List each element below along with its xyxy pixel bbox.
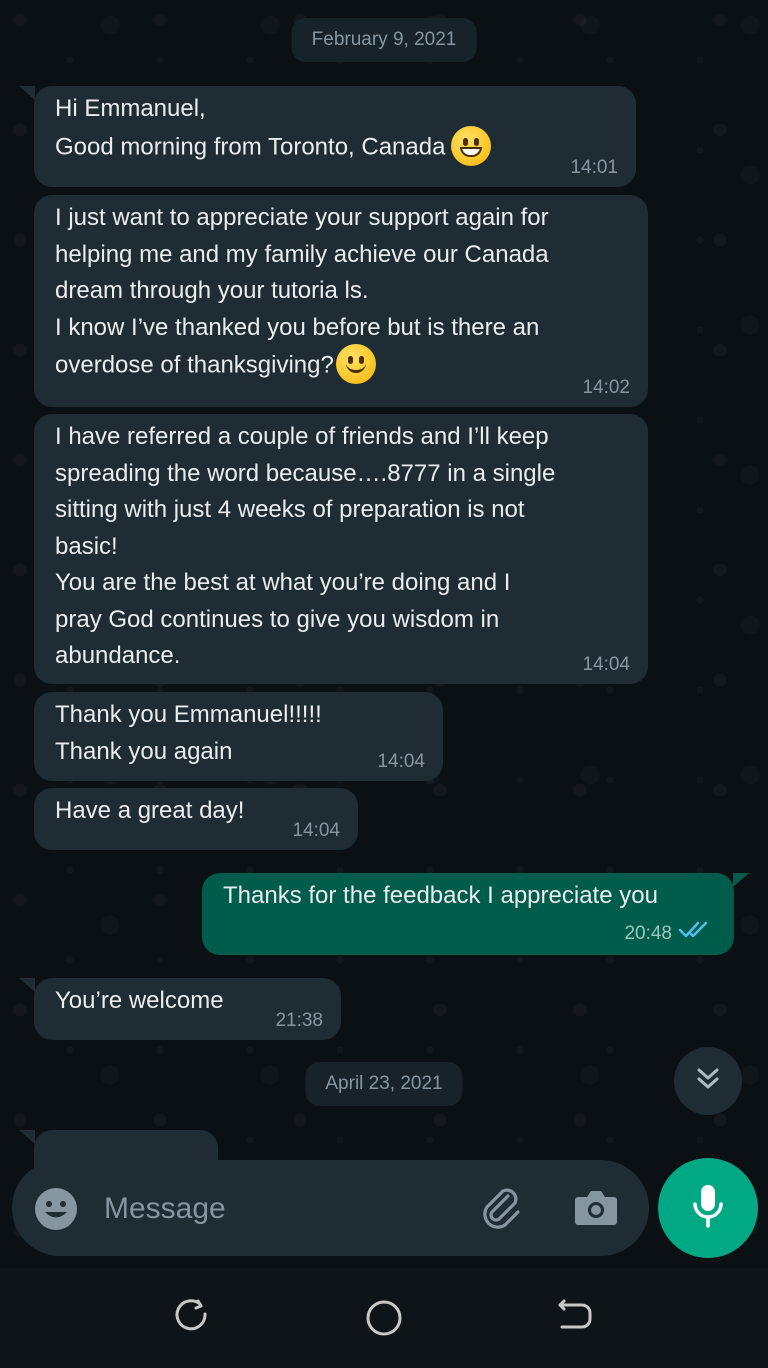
- message-line: I just want to appreciate your support a…: [55, 204, 549, 231]
- date-pill: April 23, 2021: [305, 1062, 463, 1106]
- message-time: 14:01: [570, 157, 618, 178]
- double-chevron-down-icon: [693, 1064, 723, 1099]
- message-bubble-incoming[interactable]: You’re welcome 21:38: [34, 978, 341, 1040]
- message-bubble-outgoing[interactable]: Thanks for the feedback I appreciate you…: [202, 873, 734, 955]
- message-line: spreading the word because….8777 in a si…: [55, 459, 556, 487]
- microphone-icon: [688, 1182, 728, 1235]
- camera-icon[interactable]: [574, 1187, 618, 1232]
- recent-apps-icon[interactable]: [174, 1298, 210, 1339]
- read-double-check-icon: [678, 919, 712, 945]
- message-time: 20:48: [624, 923, 672, 945]
- message-line-with-emoji: Good morning from Toronto, Canada: [55, 125, 616, 168]
- message-line: I know I’ve thanked you before but is th…: [55, 313, 540, 341]
- message-time: 21:38: [275, 1010, 323, 1031]
- message-line: abundance.: [55, 642, 181, 669]
- paperclip-icon[interactable]: [478, 1186, 524, 1235]
- message-line: helping me and my family achieve our Can…: [55, 240, 549, 268]
- emoji-icon[interactable]: [34, 1187, 78, 1236]
- chat-area[interactable]: February 9, 2021 Hi Emmanuel, Good morni…: [0, 0, 768, 1268]
- grinning-face-icon: [451, 125, 492, 166]
- message-line: Thank you again: [55, 737, 233, 765]
- message-time: 14:02: [582, 377, 630, 398]
- system-navigation-bar: [0, 1268, 768, 1368]
- scroll-to-bottom-button[interactable]: [674, 1047, 742, 1115]
- message-time: 14:04: [377, 751, 425, 772]
- date-pill: February 9, 2021: [291, 18, 477, 62]
- message-line-with-emoji: overdose of thanksgiving?: [55, 344, 628, 386]
- message-line: Thanks for the feedback I appreciate you: [223, 882, 658, 909]
- message-input[interactable]: [102, 1182, 456, 1236]
- message-line-text: Good morning from Toronto, Canada: [55, 132, 446, 160]
- home-icon[interactable]: [364, 1298, 404, 1343]
- message-line: basic!: [55, 532, 118, 560]
- message-line: sitting with just 4 weeks of preparation…: [55, 496, 525, 523]
- message-time: 14:04: [292, 820, 340, 841]
- bubble-tail: [19, 978, 35, 992]
- bubble-tail: [733, 873, 749, 887]
- message-bubble-incoming[interactable]: I have referred a couple of friends and …: [34, 414, 648, 684]
- message-bubble-incoming[interactable]: I just want to appreciate your support a…: [34, 195, 648, 407]
- message-line: pray God continues to give you wisdom in: [55, 605, 500, 633]
- message-line: Hi Emmanuel,: [55, 95, 206, 122]
- message-line-text: overdose of thanksgiving?: [55, 351, 334, 379]
- message-bubble-incoming[interactable]: Have a great day! 14:04: [34, 788, 358, 850]
- message-bubble-incoming[interactable]: Thank you Emmanuel!!!!! Thank you again …: [34, 692, 443, 781]
- message-line: dream through your tutoria ls.: [55, 277, 369, 304]
- message-line: I have referred a couple of friends and …: [55, 423, 549, 450]
- message-time: 14:04: [582, 654, 630, 675]
- message-time-status: 20:48: [624, 921, 712, 947]
- message-line: You are the best at what you’re doing an…: [55, 569, 511, 596]
- bubble-tail: [19, 86, 35, 100]
- back-icon[interactable]: [556, 1298, 594, 1339]
- bubble-tail: [19, 1130, 35, 1144]
- voice-message-button[interactable]: [658, 1158, 758, 1258]
- message-composer: [12, 1160, 649, 1256]
- slightly-smiling-face-icon: [335, 344, 376, 384]
- message-bubble-incoming[interactable]: Hi Emmanuel, Good morning from Toronto, …: [34, 86, 636, 187]
- message-line: Thank you Emmanuel!!!!!: [55, 701, 322, 728]
